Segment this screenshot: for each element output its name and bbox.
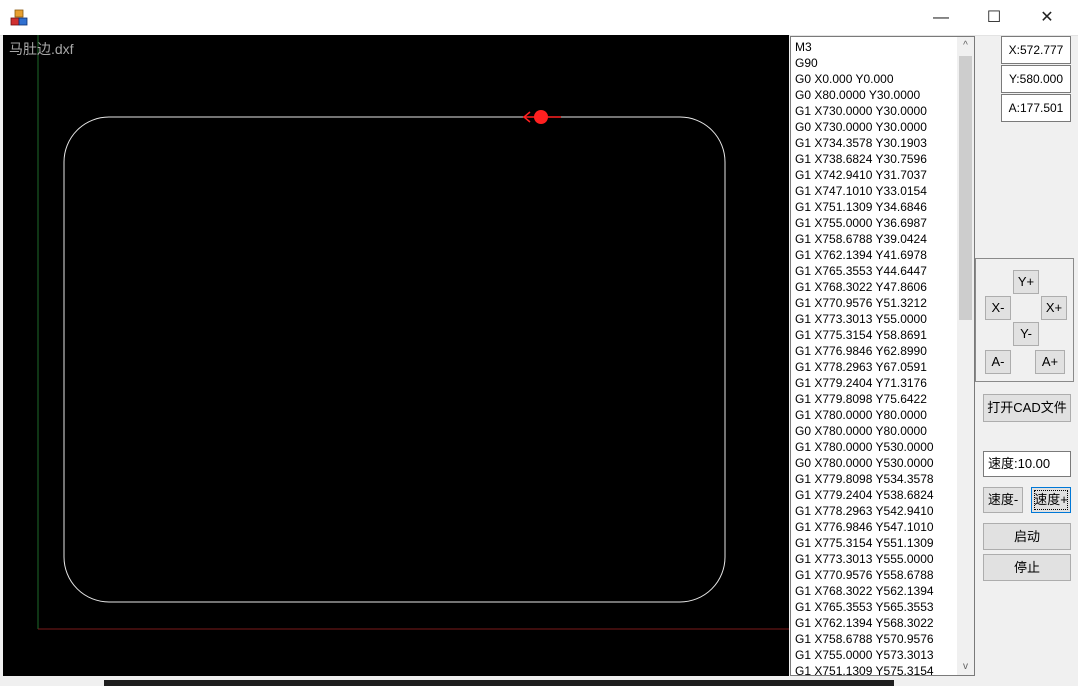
minimize-button[interactable]: — — [918, 0, 964, 35]
gcode-line[interactable]: G1 X751.1309 Y34.6846 — [795, 199, 955, 215]
gcode-line[interactable]: G1 X779.2404 Y71.3176 — [795, 375, 955, 391]
jog-y-minus-button[interactable]: Y- — [1013, 322, 1039, 346]
canvas-drawing — [37, 35, 789, 630]
gcode-line[interactable]: G1 X778.2963 Y67.0591 — [795, 359, 955, 375]
gcode-listbox[interactable]: M3 G90 G0 X0.000 Y0.000 G0 X80.0000 Y30.000… — [790, 36, 975, 676]
close-button[interactable]: ✕ — [1024, 0, 1070, 35]
speed-increase-button[interactable]: 速度+ — [1031, 487, 1071, 513]
gcode-scrollbar[interactable]: ^ v — [957, 37, 974, 675]
gcode-line[interactable]: G1 X779.8098 Y75.6422 — [795, 391, 955, 407]
jog-y-plus-button[interactable]: Y+ — [1013, 270, 1039, 294]
gcode-line[interactable]: G0 X80.0000 Y30.0000 — [795, 87, 955, 103]
jog-x-minus-button[interactable]: X- — [985, 296, 1011, 320]
gcode-line[interactable]: G1 X780.0000 Y80.0000 — [795, 407, 955, 423]
gcode-lines: M3 G90 G0 X0.000 Y0.000 G0 X80.0000 Y30.000… — [791, 37, 955, 675]
jog-a-plus-button[interactable]: A+ — [1035, 350, 1065, 374]
stop-button[interactable]: 停止 — [983, 554, 1071, 581]
gcode-line[interactable]: G1 X758.6788 Y39.0424 — [795, 231, 955, 247]
gcode-line[interactable]: G1 X738.6824 Y30.7596 — [795, 151, 955, 167]
gcode-line[interactable]: G1 X775.3154 Y551.1309 — [795, 535, 955, 551]
jog-panel: Y+ X- X+ Y- A- A+ — [975, 258, 1074, 382]
gcode-line[interactable]: G1 X775.3154 Y58.8691 — [795, 327, 955, 343]
gcode-line[interactable]: G1 X770.9576 Y51.3212 — [795, 295, 955, 311]
cut-path-outline — [63, 116, 726, 603]
gcode-line[interactable]: G1 X765.3553 Y565.3553 — [795, 599, 955, 615]
gcode-line[interactable]: G1 X779.8098 Y534.3578 — [795, 471, 955, 487]
gcode-line[interactable]: G1 X755.0000 Y573.3013 — [795, 647, 955, 663]
gcode-line[interactable]: G1 X776.9846 Y62.8990 — [795, 343, 955, 359]
gcode-line[interactable]: G1 X758.6788 Y570.9576 — [795, 631, 955, 647]
gcode-line[interactable]: G0 X0.000 Y0.000 — [795, 71, 955, 87]
gcode-line[interactable]: G1 X755.0000 Y36.6987 — [795, 215, 955, 231]
scroll-thumb[interactable] — [959, 56, 972, 320]
open-cad-file-button[interactable]: 打开CAD文件 — [983, 394, 1071, 422]
speed-decrease-button[interactable]: 速度- — [983, 487, 1023, 513]
gcode-line[interactable]: G1 X773.3013 Y555.0000 — [795, 551, 955, 567]
scroll-down-arrow-icon[interactable]: v — [957, 658, 974, 675]
speed-display: 速度:10.00 — [983, 451, 1071, 477]
y-readout: Y:580.000 — [1001, 65, 1071, 93]
gcode-line[interactable]: G1 X780.0000 Y530.0000 — [795, 439, 955, 455]
file-name-label: 马肚边.dxf — [9, 41, 74, 57]
start-button[interactable]: 启动 — [983, 523, 1071, 550]
gcode-line[interactable]: G1 X776.9846 Y547.1010 — [795, 519, 955, 535]
gcode-line[interactable]: M3 — [795, 39, 955, 55]
gcode-line[interactable]: G1 X773.3013 Y55.0000 — [795, 311, 955, 327]
background-window-strip — [104, 680, 894, 686]
gcode-line[interactable]: G1 X747.1010 Y33.0154 — [795, 183, 955, 199]
gcode-line[interactable]: G1 X751.1309 Y575.3154 — [795, 663, 955, 675]
title-bar: — ☐ ✕ — [0, 0, 1078, 36]
gcode-line[interactable]: G1 X768.3022 Y47.8606 — [795, 279, 955, 295]
gcode-line[interactable]: G1 X768.3022 Y562.1394 — [795, 583, 955, 599]
app-cubes-icon — [10, 9, 28, 26]
jog-a-minus-button[interactable]: A- — [985, 350, 1011, 374]
gcode-line[interactable]: G0 X780.0000 Y530.0000 — [795, 455, 955, 471]
cad-canvas[interactable]: 马肚边.dxf — [3, 35, 789, 676]
a-readout: A:177.501 — [1001, 94, 1071, 122]
gcode-line[interactable]: G0 X730.0000 Y30.0000 — [795, 119, 955, 135]
maximize-button[interactable]: ☐ — [971, 0, 1017, 35]
gcode-line[interactable]: G1 X734.3578 Y30.1903 — [795, 135, 955, 151]
tool-position-marker — [522, 110, 561, 124]
gcode-line[interactable]: G1 X770.9576 Y558.6788 — [795, 567, 955, 583]
gcode-line[interactable]: G90 — [795, 55, 955, 71]
gcode-line[interactable]: G1 X779.2404 Y538.6824 — [795, 487, 955, 503]
gcode-line[interactable]: G1 X762.1394 Y41.6978 — [795, 247, 955, 263]
gcode-line[interactable]: G1 X742.9410 Y31.7037 — [795, 167, 955, 183]
jog-x-plus-button[interactable]: X+ — [1041, 296, 1067, 320]
gcode-line[interactable]: G1 X765.3553 Y44.6447 — [795, 263, 955, 279]
gcode-line[interactable]: G1 X730.0000 Y30.0000 — [795, 103, 955, 119]
x-readout: X:572.777 — [1001, 36, 1071, 64]
gcode-line[interactable]: G1 X778.2963 Y542.9410 — [795, 503, 955, 519]
scroll-up-arrow-icon[interactable]: ^ — [957, 37, 974, 54]
gcode-line[interactable]: G1 X762.1394 Y568.3022 — [795, 615, 955, 631]
gcode-line[interactable]: G0 X780.0000 Y80.0000 — [795, 423, 955, 439]
